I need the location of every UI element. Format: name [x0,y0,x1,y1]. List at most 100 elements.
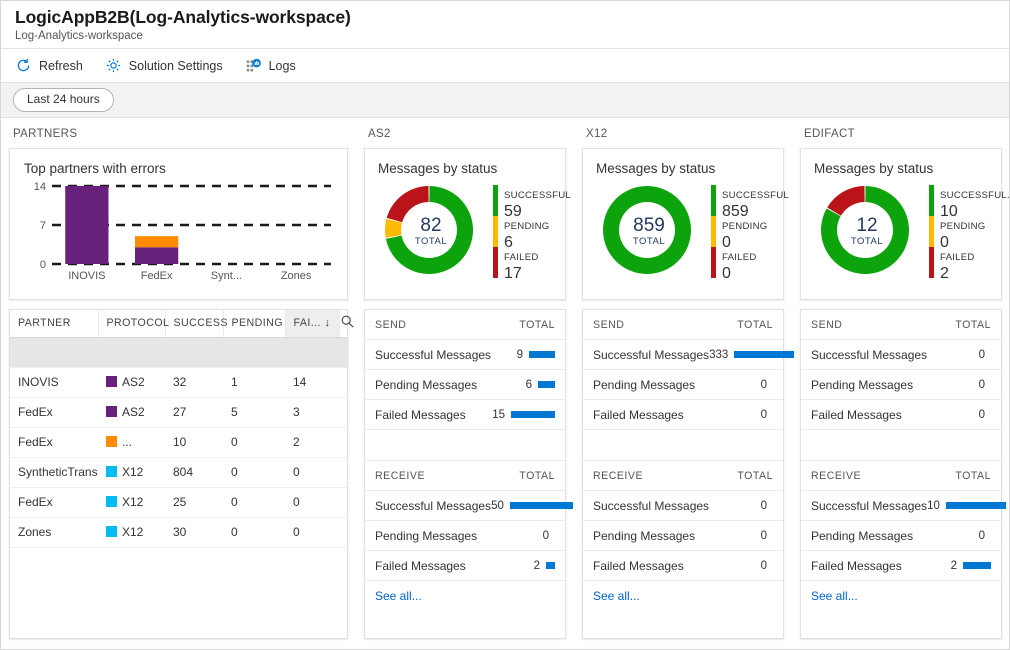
send-header: SEND TOTAL [801,310,1001,340]
page-title: LogicAppB2B(Log-Analytics-workspace) [15,7,351,27]
page-header: LogicAppB2B(Log-Analytics-workspace) Log… [1,1,1009,49]
receive-header: RECEIVE TOTAL [583,461,783,491]
status-list-item-value: 0 [978,378,985,391]
status-list-item[interactable]: Pending Messages 0 [365,521,565,551]
status-list-item-value-group: 0 [979,409,991,421]
protocol-label: ... [122,435,133,449]
table-row[interactable]: Zones X12 30 0 0 [10,517,347,548]
legend-label: PENDING [504,220,550,232]
status-list-item[interactable]: Successful Messages 9 [365,340,565,370]
column-header-success[interactable]: SUCCESS [165,310,227,338]
legend-label: PENDING [940,220,986,232]
protocol-color-swatch [106,466,117,477]
legend-text: SUCCESSFUL 859 [716,185,789,220]
messages-by-status-card[interactable]: Messages by status 82 TOTAL SUCCESSFUL 59 PEN… [364,148,571,300]
status-list-item[interactable]: Pending Messages 0 [583,521,783,551]
status-list-item[interactable]: Pending Messages 0 [801,521,1001,551]
status-list-item[interactable]: Failed Messages 0 [583,551,783,581]
protocol-column-x12: X12 Messages by status 859 TOTAL SUCCESSFUL 8… [574,118,795,649]
table-row[interactable]: FedEx X12 25 0 0 [10,487,347,518]
status-list-item-label: Failed Messages [593,558,684,573]
status-list-item-value: 0 [978,529,985,542]
status-list-item[interactable]: Pending Messages 0 [583,370,783,400]
status-list-item[interactable]: Failed Messages 15 [365,400,565,430]
logs-chart-icon [246,58,261,72]
legend-item: PENDING 0 [929,215,991,251]
status-list-item[interactable]: Successful Messages 50 [365,491,573,521]
see-all-link[interactable]: See all... [365,581,565,612]
partners-table-head: PARTNER PROTOCOL SUCCESS PENDING FAI... ↓ [10,310,354,368]
see-all-link[interactable]: See all... [583,581,783,612]
cell-pending: 1 [223,367,285,398]
status-list-item[interactable]: Failed Messages 0 [801,400,1001,430]
protocol-color-swatch [106,526,117,537]
cell-protocol: AS2 [98,367,165,398]
status-list-item-value-group: 0 [761,560,773,572]
cell-partner: FedEx [10,397,98,428]
status-list-item-value: 333 [709,348,729,361]
status-list-item[interactable]: Successful Messages 333 [583,340,795,370]
column-header-pending[interactable]: PENDING [223,310,286,338]
svg-text:14: 14 [34,181,46,193]
refresh-button[interactable]: Refresh [15,49,83,82]
legend-value: 17 [504,264,522,282]
protocol-label: AS2 [122,375,145,389]
cell-pending: 5 [223,397,285,428]
status-list-item-value-group: 0 [761,500,773,512]
send-header-label: SEND [375,319,407,331]
table-row[interactable]: FedEx AS2 27 5 3 [10,397,347,428]
cell-success: 32 [165,367,223,398]
legend-label: FAILED [722,251,757,263]
gear-icon [106,58,120,73]
solution-settings-button[interactable]: Solution Settings [105,49,223,82]
table-row[interactable]: SyntheticTrans X12 804 0 0 [10,457,347,488]
cell-failed: 14 [285,367,339,398]
send-section: SEND TOTAL Successful Messages 333 Pending M… [583,310,795,430]
table-row[interactable]: FedEx... 10 0 2 [10,427,347,458]
protocol-color-swatch [106,376,117,387]
cell-spacer [339,517,347,548]
column-header-failed[interactable]: FAI... ↓ [285,310,340,338]
legend-text: FAILED 17 [498,247,539,282]
status-list-item[interactable]: Successful Messages 0 [801,340,1001,370]
status-list-item[interactable]: Failed Messages 2 [365,551,565,581]
status-list-item[interactable]: Successful Messages 10 [801,491,1006,521]
status-donut-chart [385,186,473,274]
time-range-picker[interactable]: Last 24 hours [13,88,114,112]
see-all-link[interactable]: See all... [801,581,1001,612]
status-list-item[interactable]: Pending Messages 6 [365,370,565,400]
logs-button[interactable]: Logs [245,49,296,82]
receive-total-label: TOTAL [737,470,773,482]
table-row[interactable]: INOVIS AS2 32 1 14 [10,367,347,398]
cell-pending: 0 [223,457,285,488]
protocol-column-as2: AS2 Messages by status 82 TOTAL SUCCESSFUL 59… [356,118,574,649]
legend-label: PENDING [722,220,768,232]
send-receive-card[interactable]: SEND TOTAL Successful Messages 9 Pending Mes… [364,309,573,639]
receive-header-label: RECEIVE [593,470,644,482]
top-partners-chart-card[interactable]: Top partners with errors 0 7 14 INOVIS FedEx… [9,148,348,300]
messages-by-status-card[interactable]: Messages by status 859 TOTAL SUCCESSFUL 859 P… [582,148,789,300]
status-list-item[interactable]: Failed Messages 2 [801,551,1001,581]
svg-text:7: 7 [40,220,46,232]
status-list-item[interactable]: Pending Messages 0 [801,370,1001,400]
status-list-item-value-group: 10 [927,500,1006,512]
table-search-button[interactable] [339,310,354,338]
status-list-item-value: 0 [760,378,767,391]
send-header-label: SEND [593,319,625,331]
send-header: SEND TOTAL [583,310,783,340]
messages-by-status-card[interactable]: Messages by status 12 TOTAL SUCCESSFUL. 10 PE… [800,148,1009,300]
column-header-partner[interactable]: PARTNER [10,310,99,338]
column-header-failed-label: FAI... [293,317,321,330]
status-list-item[interactable]: Successful Messages 0 [583,491,783,521]
partners-table-card[interactable]: PARTNER PROTOCOL SUCCESS PENDING FAI... ↓ [9,309,354,639]
send-receive-card[interactable]: SEND TOTAL Successful Messages 333 Pending M… [582,309,795,639]
send-receive-card[interactable]: SEND TOTAL Successful Messages 0 Pending Mes… [800,309,1006,639]
status-list-item[interactable]: Failed Messages 0 [583,400,783,430]
protocol-columns: AS2 Messages by status 82 TOTAL SUCCESSFUL 59… [356,118,1009,649]
status-list-item-value: 0 [760,559,767,572]
svg-text:FedEx: FedEx [141,270,173,282]
cell-spacer [339,397,347,428]
status-list-item-bar [529,351,555,358]
b2b-dashboard: LogicAppB2B(Log-Analytics-workspace) Log… [0,0,1010,650]
column-header-protocol[interactable]: PROTOCOL [98,310,169,338]
